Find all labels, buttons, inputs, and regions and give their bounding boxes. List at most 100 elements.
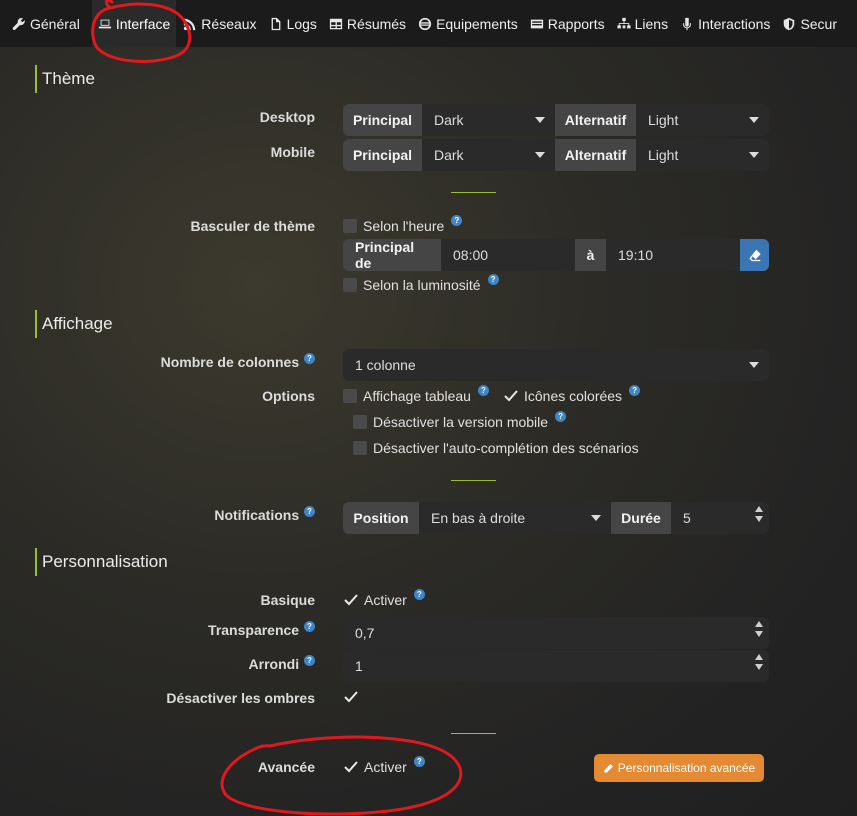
position-addon: Position [343, 502, 419, 534]
check-icon[interactable] [343, 760, 358, 774]
check-icon[interactable] [503, 389, 518, 403]
help-icon[interactable]: ? [304, 506, 315, 517]
checkbox-box[interactable] [343, 389, 357, 403]
tab-label: Secur [800, 15, 838, 32]
position-select[interactable]: En bas à droite [419, 502, 611, 534]
tab-label: Equipements [436, 15, 518, 32]
help-icon[interactable]: ? [413, 588, 425, 600]
help-icon[interactable]: ? [451, 214, 463, 226]
caret-down-icon [535, 152, 545, 158]
table-view-checkbox[interactable]: Affichage tableau ? [343, 384, 489, 404]
colored-icons-checkbox[interactable]: Icônes colorées ? [503, 384, 641, 404]
help-icon[interactable]: ? [487, 273, 499, 285]
checkbox-label: Icônes colorées [524, 388, 623, 404]
tab-label: Général [30, 15, 80, 32]
checkbox-label: Désactiver la version mobile [373, 414, 549, 430]
tab-label: Logs [286, 15, 317, 32]
disable-autocomplete-checkbox[interactable]: Désactiver l'auto-complétion des scénari… [353, 440, 639, 456]
caret-down-icon [591, 515, 601, 521]
eraser-button[interactable] [740, 239, 769, 271]
principal-de-addon: Principal de [343, 239, 441, 271]
checkbox-box[interactable] [343, 278, 357, 292]
spinner-arrows-icon[interactable] [755, 506, 763, 522]
input-value: 08:00 [453, 247, 489, 263]
tab-resumes[interactable]: Résumés [323, 0, 412, 47]
rounding-label-text: Arrondi [248, 656, 300, 672]
mobile-principal-select[interactable]: Dark [422, 139, 555, 171]
tab-interactions[interactable]: Interactions [674, 0, 776, 47]
rounding-input[interactable]: 1 [343, 650, 769, 682]
desktop-principal-select[interactable]: Dark [422, 104, 555, 136]
tab-interface[interactable]: Interface [91, 0, 177, 47]
disable-mobile-checkbox[interactable]: Désactiver la version mobile ? [353, 410, 567, 430]
equipment-icon [418, 17, 432, 30]
section-theme-title: Thème [35, 65, 95, 93]
duration-input[interactable]: 5 [671, 502, 769, 534]
help-icon[interactable]: ? [477, 384, 489, 396]
eraser-icon [748, 249, 761, 262]
file-icon [271, 17, 280, 30]
desktop-alternatif-select[interactable]: Light [636, 104, 769, 136]
help-icon[interactable]: ? [629, 384, 641, 396]
columns-select[interactable]: 1 colonne [343, 349, 769, 381]
tab-bar: Général Interface Réseaux Logs Résumés E… [0, 0, 857, 47]
alternatif-addon: Alternatif [555, 104, 636, 136]
mobile-label: Mobile [270, 144, 315, 160]
input-value: 0,7 [355, 625, 375, 641]
disable-shadows-checkbox[interactable] [343, 690, 358, 704]
spinner-arrows-icon[interactable] [755, 621, 763, 637]
checkbox-label: Selon l'heure [363, 218, 445, 234]
tab-rapports[interactable]: Rapports [524, 0, 611, 47]
tab-reseaux[interactable]: Réseaux [177, 0, 262, 47]
mobile-alternatif-select[interactable]: Light [636, 139, 769, 171]
select-value: Light [648, 112, 679, 128]
tab-liens[interactable]: Liens [611, 0, 674, 47]
basic-enable-checkbox[interactable]: Activer ? [343, 588, 425, 608]
transparency-label: Transparence ? [208, 621, 315, 638]
help-icon[interactable]: ? [304, 655, 315, 666]
advanced-label: Avancée [257, 759, 315, 775]
by-time-checkbox[interactable]: Selon l'heure ? [343, 214, 463, 234]
caret-down-icon [535, 117, 545, 123]
notifications-label-text: Notifications [214, 507, 300, 523]
help-icon[interactable]: ? [304, 353, 315, 364]
section-divider [451, 733, 496, 734]
checkbox-box[interactable] [353, 441, 367, 455]
check-icon[interactable] [343, 593, 358, 607]
spinner-arrows-icon[interactable] [755, 654, 763, 670]
to-time-input[interactable]: 19:10 [606, 239, 740, 271]
advanced-enable-checkbox[interactable]: Activer ? [343, 755, 425, 775]
help-icon[interactable]: ? [555, 410, 567, 422]
principal-addon: Principal [343, 104, 422, 136]
tab-logs[interactable]: Logs [263, 0, 323, 47]
basic-label: Basique [260, 592, 315, 608]
check-icon[interactable] [343, 690, 358, 704]
select-value: Dark [434, 112, 464, 128]
tab-label: Réseaux [201, 15, 257, 32]
columns-label: Nombre de colonnes ? [161, 353, 315, 370]
checkbox-label: Selon la luminosité [363, 277, 481, 293]
section-affichage-title: Affichage [35, 310, 113, 338]
checkbox-box[interactable] [353, 415, 367, 429]
rss-icon [184, 18, 196, 30]
shield-icon [784, 17, 795, 30]
tab-equipements[interactable]: Equipements [412, 0, 524, 47]
transparency-input[interactable]: 0,7 [343, 617, 769, 649]
tab-label: Rapports [547, 15, 605, 32]
tab-securite[interactable]: Secur [776, 0, 843, 47]
checkbox-box[interactable] [343, 219, 357, 233]
advanced-customization-button[interactable]: Personnalisation avancée [594, 754, 764, 782]
section-divider [451, 192, 496, 193]
from-time-input[interactable]: 08:00 [441, 239, 575, 271]
microphone-icon [683, 17, 692, 30]
help-icon[interactable]: ? [304, 621, 315, 632]
help-icon[interactable]: ? [413, 755, 425, 767]
wrench-icon [12, 17, 25, 30]
tab-general[interactable]: Général [0, 0, 86, 47]
table-icon [329, 18, 343, 29]
tab-label: Résumés [346, 15, 407, 32]
by-luminosity-checkbox[interactable]: Selon la luminosité ? [343, 273, 499, 293]
checkbox-label: Activer [364, 592, 407, 608]
tab-label: Interface [115, 15, 171, 32]
input-value: 1 [355, 658, 363, 674]
